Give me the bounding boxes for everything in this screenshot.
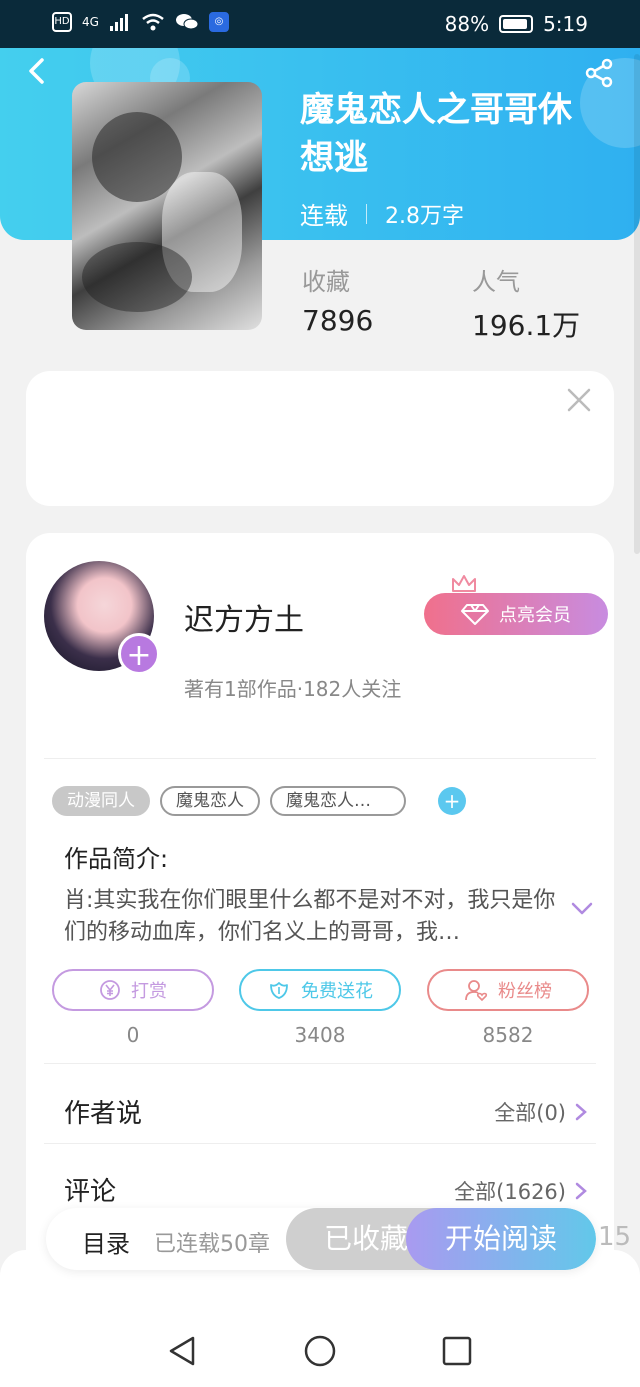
chevron-right-icon bbox=[575, 1182, 587, 1200]
scrollbar[interactable] bbox=[634, 54, 640, 554]
tag-item[interactable]: 魔鬼恋人 bbox=[160, 786, 260, 816]
ad-card bbox=[26, 371, 614, 506]
tip-label: 打赏 bbox=[131, 981, 167, 1002]
flower-count: 3408 bbox=[294, 1023, 346, 1047]
popularity-label: 人气 bbox=[472, 268, 520, 296]
add-tag-icon[interactable]: + bbox=[438, 787, 466, 815]
book-meta: 连载 2.8万字 bbox=[300, 196, 464, 231]
comments-label: 评论 bbox=[64, 1177, 117, 1207]
author-name[interactable]: 迟方方土 bbox=[184, 595, 304, 639]
popularity-value: 196.1万 bbox=[472, 309, 581, 342]
send-flower-button[interactable]: 免费送花 bbox=[239, 969, 401, 1011]
fan-icon bbox=[465, 980, 488, 1002]
book-status: 连载 bbox=[300, 202, 348, 230]
comments-all: 全部(1626) bbox=[454, 1180, 566, 1204]
intro-label: 作品简介: bbox=[64, 845, 169, 873]
diamond-icon bbox=[461, 604, 489, 625]
wifi-icon bbox=[142, 13, 164, 31]
flower-icon bbox=[270, 982, 288, 999]
signal-icon bbox=[109, 14, 128, 31]
meta-divider bbox=[366, 203, 367, 224]
battery-percent: 88% bbox=[444, 12, 490, 36]
author-says-link[interactable]: 全部(0) bbox=[494, 1097, 588, 1127]
hd-icon: HD bbox=[52, 12, 72, 32]
favorites-label: 收藏 bbox=[302, 268, 350, 296]
tag-row: 动漫同人 魔鬼恋人 魔鬼恋人… + bbox=[52, 786, 466, 816]
back-icon[interactable] bbox=[22, 56, 52, 86]
vip-label: 点亮会员 bbox=[499, 605, 571, 626]
divider bbox=[44, 1143, 596, 1144]
chevron-down-icon[interactable] bbox=[570, 901, 594, 917]
tag-category[interactable]: 动漫同人 bbox=[52, 786, 150, 816]
fan-ranking-button[interactable]: 粉丝榜 bbox=[427, 969, 589, 1011]
bottom-action-bar: 目录 已连载50章 已收藏 开始阅读 bbox=[46, 1208, 596, 1270]
send-flower-label: 免费送花 bbox=[301, 981, 373, 1002]
status-bar: HD 4G ◎ 88% 5:19 bbox=[0, 0, 640, 48]
book-cover-image[interactable] bbox=[72, 82, 262, 330]
author-says-all: 全部(0) bbox=[494, 1101, 566, 1125]
share-icon[interactable] bbox=[584, 58, 614, 88]
vip-button[interactable]: 点亮会员 bbox=[424, 593, 608, 635]
follow-plus-icon[interactable]: + bbox=[118, 633, 160, 675]
wechat-icon bbox=[175, 14, 199, 30]
yen-icon bbox=[100, 980, 120, 1000]
intro-text[interactable]: 肖:其实我在你们眼里什么都不是对不对，我只是你们的移动血库，你们名义上的哥哥，我… bbox=[64, 885, 564, 949]
book-title: 魔鬼恋人之哥哥休想逃 bbox=[300, 90, 572, 178]
chapter-count: 已连载50章 bbox=[154, 1232, 270, 1257]
start-reading-button[interactable]: 开始阅读 bbox=[406, 1208, 596, 1270]
crown-icon bbox=[452, 575, 476, 592]
divider bbox=[44, 1063, 596, 1064]
fan-count: 8582 bbox=[482, 1023, 534, 1047]
system-nav-bar bbox=[0, 1250, 640, 1387]
side-number: 15 bbox=[598, 1222, 632, 1252]
nav-home-icon[interactable] bbox=[303, 1334, 337, 1368]
clock-time: 5:19 bbox=[543, 12, 588, 36]
author-stats: 著有1部作品·182人关注 bbox=[184, 677, 402, 701]
battery-icon bbox=[499, 15, 534, 33]
tip-button[interactable]: 打赏 bbox=[52, 969, 214, 1011]
comments-link[interactable]: 全部(1626) bbox=[454, 1176, 588, 1206]
chevron-right-icon bbox=[575, 1103, 587, 1121]
signal-label: 4G bbox=[82, 15, 99, 29]
word-count: 2.8万字 bbox=[385, 203, 464, 229]
tag-item[interactable]: 魔鬼恋人… bbox=[270, 786, 406, 816]
notification-icon: ◎ bbox=[208, 12, 229, 32]
close-icon[interactable] bbox=[566, 387, 592, 413]
nav-back-icon[interactable] bbox=[166, 1334, 200, 1368]
favorites-value: 7896 bbox=[302, 304, 374, 337]
divider bbox=[44, 758, 596, 759]
author-says-label: 作者说 bbox=[64, 1099, 143, 1129]
author-info-card: + 迟方方土 著有1部作品·182人关注 点亮会员 动漫同人 魔鬼恋人 魔鬼恋人… bbox=[26, 533, 614, 1293]
catalog-button[interactable]: 目录 bbox=[82, 1224, 130, 1259]
fan-ranking-label: 粉丝榜 bbox=[498, 981, 552, 1002]
nav-recent-icon[interactable] bbox=[440, 1334, 474, 1368]
tip-count: 0 bbox=[126, 1023, 140, 1047]
